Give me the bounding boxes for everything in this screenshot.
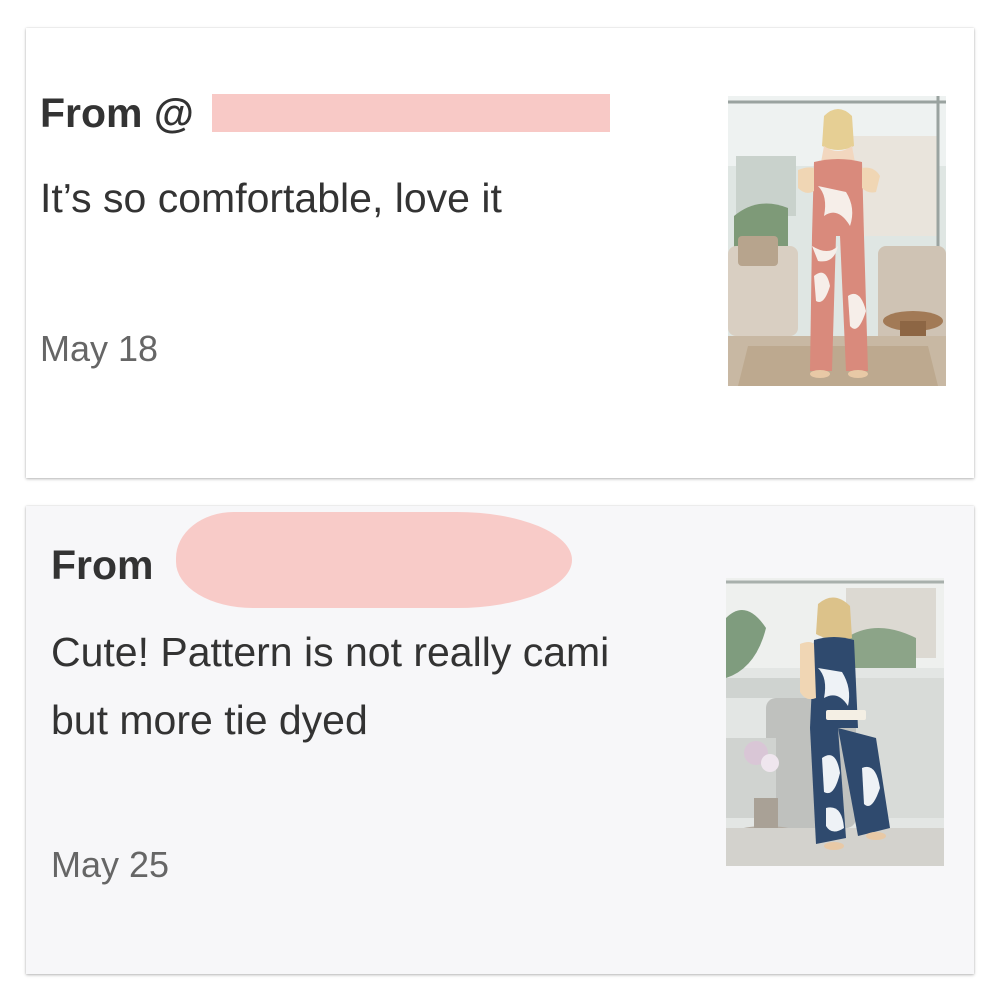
redacted-username: [212, 94, 610, 132]
reviewer-label: From: [51, 542, 154, 588]
review-card: From Cute! Pattern is not really cami bu…: [26, 506, 974, 974]
navy-tie-dye-jumpsuit-photo-icon: [726, 578, 944, 866]
pink-tie-dye-jumpsuit-photo-icon: [728, 96, 946, 386]
review-photo[interactable]: [726, 578, 944, 866]
reviewer-label: From @: [40, 90, 194, 136]
review-date: May 25: [51, 844, 170, 885]
review-card: From @ It’s so comfortable, love it May …: [26, 28, 974, 478]
review-text: It’s so comfortable, love it: [40, 175, 502, 221]
redacted-username: [176, 512, 572, 608]
review-photo[interactable]: [728, 96, 946, 386]
review-text: Cute! Pattern is not really cami but mor…: [51, 629, 610, 743]
review-date: May 18: [40, 328, 159, 369]
